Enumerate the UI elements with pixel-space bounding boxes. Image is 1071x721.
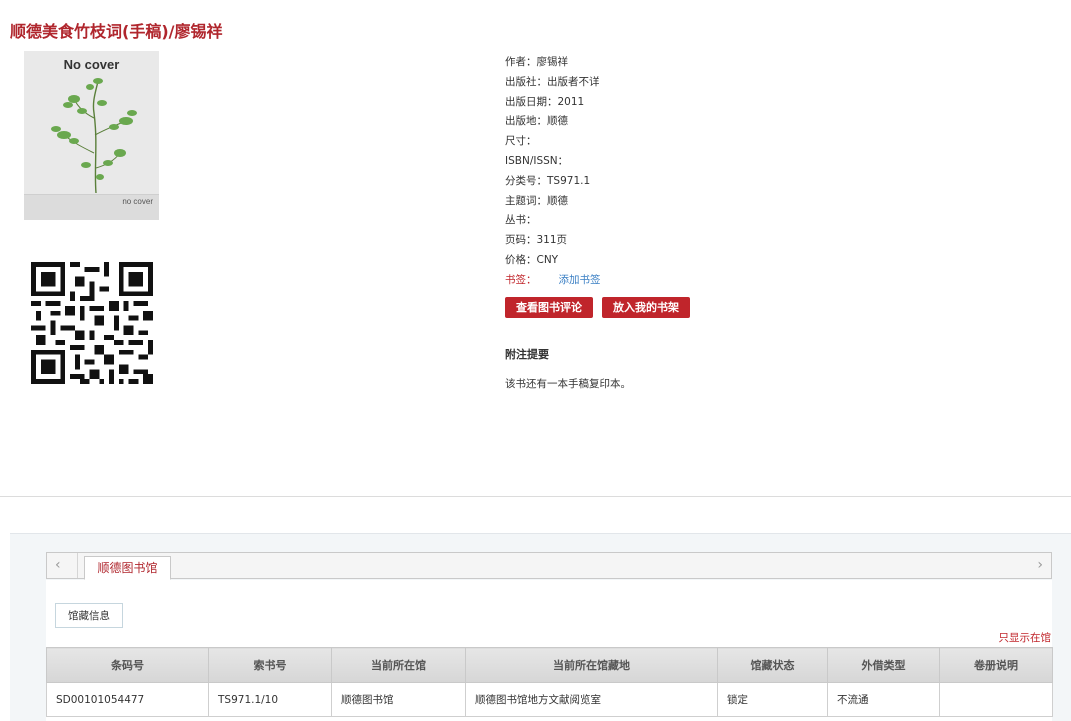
section-divider xyxy=(0,496,1071,497)
chevron-right-icon[interactable]: › xyxy=(1037,557,1043,573)
plant-illustration xyxy=(51,78,137,194)
notes-text: 该书还有一本手稿复印本。 xyxy=(505,378,631,390)
meta-pub-date: 出版日期：2011 xyxy=(505,95,585,108)
holdings-table: 条码号 索书号 当前所在馆 当前所在馆藏地 馆藏状态 外借类型 卷册说明 SD0… xyxy=(46,647,1053,717)
meta-series: 丛书： xyxy=(505,214,537,227)
meta-isbn: ISBN/ISSN： xyxy=(505,154,569,167)
qr-code xyxy=(31,262,153,384)
col-current-library: 当前所在馆 xyxy=(331,647,466,683)
meta-pages: 页码：311页 xyxy=(505,234,568,247)
book-metadata: 作者：廖锡祥 出版社：出版者不详 出版日期：2011 出版地：顺德 尺寸： IS… xyxy=(505,53,601,291)
book-title: 顺德美食竹枝词(手稿)/廖锡祥 xyxy=(10,22,223,41)
library-tab-bar: ‹ › xyxy=(46,552,1052,579)
cover-title: No cover xyxy=(63,57,120,72)
col-status: 馆藏状态 xyxy=(717,647,828,683)
meta-tags: 书签： 添加书签 xyxy=(505,271,601,291)
tab-holdings-info[interactable]: 馆藏信息 xyxy=(55,603,123,628)
view-reviews-button[interactable]: 查看图书评论 xyxy=(505,297,593,318)
add-bookmark-link[interactable]: 添加书签 xyxy=(559,274,601,286)
table-header-row: 条码号 索书号 当前所在馆 当前所在馆藏地 馆藏状态 外借类型 卷册说明 xyxy=(46,647,1053,683)
meta-publisher: 出版社：出版者不详 xyxy=(505,75,600,88)
col-volume-notes: 卷册说明 xyxy=(939,647,1053,683)
meta-subject: 主题词：顺德 xyxy=(505,194,568,207)
cell-loan-type: 不流通 xyxy=(827,682,940,717)
meta-size: 尺寸： xyxy=(505,135,537,148)
meta-price: 价格：CNY xyxy=(505,253,559,266)
col-current-location: 当前所在馆藏地 xyxy=(465,647,718,683)
tab-bar-divider xyxy=(77,553,78,578)
tag-label: 书签： xyxy=(505,273,537,286)
col-barcode: 条码号 xyxy=(46,647,209,683)
book-cover: No cover no cover xyxy=(24,51,159,220)
meta-classification: 分类号：TS971.1 xyxy=(505,174,591,187)
cell-current-location: 顺德图书馆地方文献阅览室 xyxy=(465,682,718,717)
cover-small-text: no cover xyxy=(122,197,153,206)
meta-pub-place: 出版地：顺德 xyxy=(505,115,568,128)
sub-tab-underline xyxy=(55,627,123,628)
cell-call-number: TS971.1/10 xyxy=(208,682,332,717)
cell-barcode: SD00101054477 xyxy=(46,682,209,717)
cell-volume-notes xyxy=(939,682,1053,717)
cell-current-library: 顺德图书馆 xyxy=(331,682,466,717)
meta-author: 作者：廖锡祥 xyxy=(505,56,568,68)
add-to-shelf-button[interactable]: 放入我的书架 xyxy=(602,297,690,318)
table-row: SD00101054477 TS971.1/10 顺德图书馆 顺德图书馆地方文献… xyxy=(46,682,1053,717)
col-loan-type: 外借类型 xyxy=(827,647,940,683)
col-call-number: 索书号 xyxy=(208,647,332,683)
only-show-available-link[interactable]: 只显示在馆 xyxy=(999,630,1052,645)
tab-library[interactable]: 顺德图书馆 xyxy=(84,556,171,580)
cell-status: 锁定 xyxy=(717,682,828,717)
action-buttons: 查看图书评论 放入我的书架 xyxy=(505,297,690,318)
notes-heading: 附注提要 xyxy=(505,348,549,361)
chevron-left-icon[interactable]: ‹ xyxy=(55,557,61,573)
